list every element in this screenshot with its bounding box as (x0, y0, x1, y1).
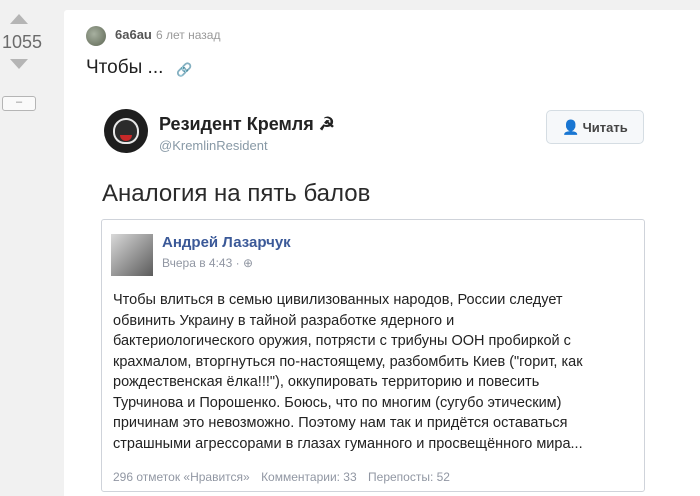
fb-author-name: Андрей Лазарчук (162, 234, 291, 251)
facebook-post: Андрей Лазарчук Вчера в 4:43 · ⊕ Чтобы в… (101, 219, 645, 492)
post-card: 6a6au 6 лет назад Чтобы ... 🔗 Резидент К… (64, 10, 700, 496)
post-time: 6 лет назад (156, 28, 221, 42)
add-user-icon: 👤 (562, 119, 580, 135)
bear-logo-icon (104, 109, 148, 153)
fb-text-line: причинам это невозможно. Поэтому нам так… (113, 415, 568, 431)
fb-text-line: крахмалом, вторгнуться по-настоящему, ра… (113, 353, 583, 370)
fb-author-photo (111, 234, 153, 276)
tweet-image: Резидент Кремля ☭ @KremlinResident 👤 Чита… (86, 95, 656, 495)
fb-text-line: рождественская ёлка!!!"), оккупировать т… (113, 374, 540, 390)
vote-column: 1055 – (0, 0, 44, 496)
fb-text-line: бактериологического оружия, потрясти с т… (113, 333, 571, 349)
post-author[interactable]: 6a6au (115, 27, 152, 42)
tweet-author-name: Резидент Кремля ☭ (159, 114, 335, 134)
follow-button: 👤 Читать (546, 110, 644, 144)
fb-text-line: Турчинова и Порошенко. Боюсь, что по мно… (113, 394, 562, 411)
fb-post-text: Чтобы влиться в семью цивилизованных нар… (113, 290, 633, 454)
fb-shares-count: Перепосты: 52 (368, 470, 450, 484)
upvote-arrow-icon[interactable] (10, 14, 28, 24)
fb-post-meta: Вчера в 4:43 · ⊕ (162, 256, 253, 270)
fb-post-stats: 296 отметок «Нравится» Комментарии: 33 П… (113, 470, 458, 484)
fb-text-line: обвинить Украину в тайной разработке яде… (113, 312, 455, 329)
follow-label: Читать (582, 120, 628, 135)
fb-text-line: страшными агрессорами в глазах гуманного… (113, 435, 583, 452)
collapse-button[interactable]: – (2, 96, 36, 111)
post-title[interactable]: Чтобы ... (86, 57, 163, 79)
fb-likes-count: 296 отметок «Нравится» (113, 470, 250, 484)
rating-score: 1055 (1, 32, 43, 52)
fb-comments-count: Комментарии: 33 (261, 470, 357, 484)
link-icon[interactable]: 🔗 (176, 62, 192, 78)
tweet-text: Аналогия на пять балов (102, 180, 371, 207)
page: 1055 – 6a6au 6 лет назад Чтобы ... 🔗 Рез… (0, 0, 700, 496)
fb-text-line: Чтобы влиться в семью цивилизованных нар… (113, 292, 563, 308)
downvote-arrow-icon[interactable] (10, 59, 28, 69)
avatar[interactable] (86, 26, 106, 46)
tweet-handle: @KremlinResident (159, 138, 268, 153)
